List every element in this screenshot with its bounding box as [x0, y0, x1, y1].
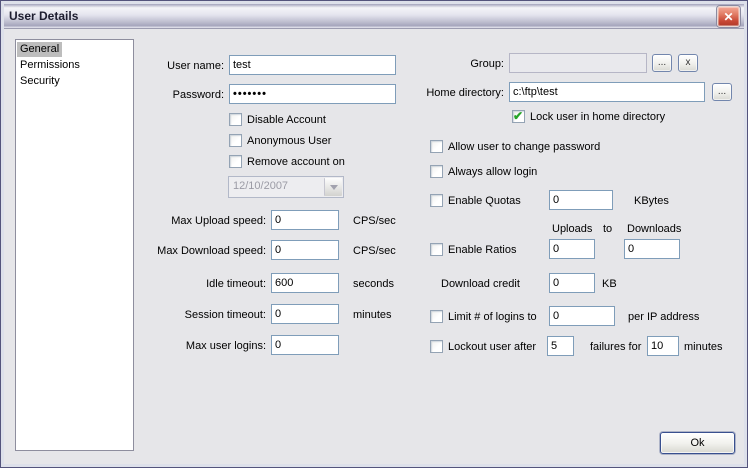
ratio-header-to: to	[603, 222, 612, 236]
allow-change-password-checkbox[interactable]	[430, 140, 443, 153]
remove-date-dropdown-button[interactable]	[324, 178, 342, 196]
disable-account-checkbox[interactable]	[229, 113, 242, 126]
password-input[interactable]	[229, 84, 396, 104]
user-name-label: User name:	[121, 59, 224, 73]
home-browse-button[interactable]: ...	[712, 83, 732, 101]
ratio-uploads-input[interactable]	[549, 239, 595, 259]
window-title: User Details	[9, 9, 78, 23]
max-user-logins-label: Max user logins:	[101, 339, 266, 353]
quota-input[interactable]	[549, 190, 613, 210]
sidebar-item-permissions[interactable]: Permissions	[17, 58, 83, 73]
user-name-input[interactable]	[229, 55, 396, 75]
ok-button[interactable]: Ok	[660, 432, 735, 454]
sidebar-item-general[interactable]: General	[17, 42, 62, 57]
max-user-logins-input[interactable]	[271, 335, 339, 355]
max-upload-label: Max Upload speed:	[101, 214, 266, 228]
max-download-input[interactable]	[271, 240, 339, 260]
enable-ratios-label: Enable Ratios	[448, 243, 517, 257]
enable-ratios-checkbox[interactable]	[430, 243, 443, 256]
max-upload-input[interactable]	[271, 210, 339, 230]
anonymous-user-checkbox[interactable]	[229, 134, 242, 147]
download-credit-unit: KB	[602, 277, 617, 291]
session-timeout-input[interactable]	[271, 304, 339, 324]
always-allow-login-label: Always allow login	[448, 165, 537, 179]
anonymous-user-label: Anonymous User	[247, 134, 331, 148]
ratio-downloads-input[interactable]	[624, 239, 680, 259]
close-button[interactable]: ✕	[717, 6, 740, 27]
lockout-label: Lockout user after	[448, 340, 536, 354]
max-download-label: Max Download speed:	[101, 244, 266, 258]
download-credit-label: Download credit	[441, 277, 520, 291]
session-timeout-unit: minutes	[353, 308, 392, 322]
remove-date-value: 12/10/2007	[233, 180, 288, 192]
enable-quotas-checkbox[interactable]	[430, 194, 443, 207]
idle-timeout-label: Idle timeout:	[101, 277, 266, 291]
remove-account-checkbox[interactable]	[229, 155, 242, 168]
download-credit-input[interactable]	[549, 273, 595, 293]
session-timeout-label: Session timeout:	[101, 308, 266, 322]
lockout-minutes-input[interactable]	[647, 336, 679, 356]
lockout-failures-input[interactable]	[547, 336, 574, 356]
user-details-dialog: User Details ✕ General Permissions Secur…	[0, 0, 748, 468]
lockout-checkbox[interactable]	[430, 340, 443, 353]
ratio-header-downloads: Downloads	[627, 222, 681, 236]
allow-change-password-label: Allow user to change password	[448, 140, 600, 154]
sidebar-item-security[interactable]: Security	[17, 74, 63, 89]
lockout-mid-label: failures for	[590, 340, 641, 354]
password-label: Password:	[121, 88, 224, 102]
enable-quotas-label: Enable Quotas	[448, 194, 521, 208]
close-icon: ✕	[723, 10, 733, 24]
titlebar[interactable]: User Details ✕	[4, 4, 744, 29]
home-directory-label: Home directory:	[381, 86, 504, 100]
group-clear-button[interactable]: x	[678, 54, 698, 72]
group-label: Group:	[381, 57, 504, 71]
remove-account-label: Remove account on	[247, 155, 345, 169]
quota-unit: KBytes	[634, 194, 669, 208]
idle-timeout-input[interactable]	[271, 273, 339, 293]
lockout-unit: minutes	[684, 340, 723, 354]
limit-logins-checkbox[interactable]	[430, 310, 443, 323]
lock-home-label: Lock user in home directory	[530, 110, 665, 124]
disable-account-label: Disable Account	[247, 113, 326, 127]
always-allow-login-checkbox[interactable]	[430, 165, 443, 178]
lock-home-checkbox[interactable]	[512, 110, 525, 123]
max-upload-unit: CPS/sec	[353, 214, 396, 228]
group-browse-button[interactable]: ...	[652, 54, 672, 72]
idle-timeout-unit: seconds	[353, 277, 394, 291]
home-directory-input[interactable]	[509, 82, 705, 102]
limit-logins-label: Limit # of logins to	[448, 310, 537, 324]
max-download-unit: CPS/sec	[353, 244, 396, 258]
group-input	[509, 53, 647, 73]
remove-date-combobox[interactable]: 12/10/2007	[228, 176, 344, 198]
limit-logins-input[interactable]	[549, 306, 615, 326]
limit-logins-unit: per IP address	[628, 310, 699, 324]
chevron-down-icon	[330, 185, 338, 190]
ratio-header-uploads: Uploads	[552, 222, 592, 236]
